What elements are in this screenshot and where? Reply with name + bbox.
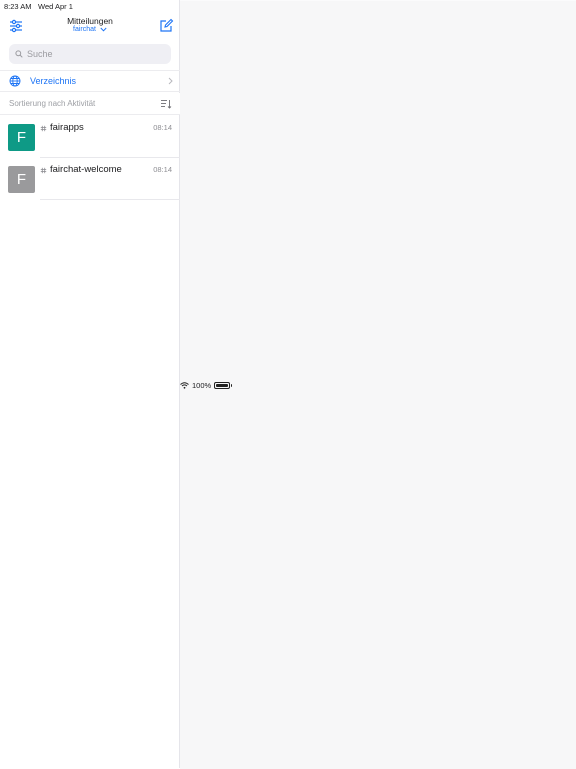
- navigation-bar: Mitteilungen fairchat: [0, 14, 180, 38]
- sort-icon[interactable]: [160, 98, 172, 110]
- chevron-right-icon: [168, 77, 173, 85]
- status-time: 8:23 AM: [4, 2, 32, 11]
- room-list-pane: Mitteilungen fairchat Verzeich: [0, 0, 180, 768]
- room-timestamp: 08:14: [153, 123, 172, 132]
- room-list-item[interactable]: F fairapps 08:14: [0, 116, 180, 158]
- sort-header: Sortierung nach Aktivität: [0, 93, 180, 115]
- hash-icon: [40, 125, 47, 132]
- status-date: Wed Apr 1: [38, 2, 73, 11]
- chevron-down-icon: [100, 27, 107, 32]
- room-name: fairchat-welcome: [50, 164, 122, 175]
- search-field[interactable]: [9, 44, 171, 64]
- page-title: Mitteilungen: [67, 16, 113, 26]
- workspace-switcher[interactable]: fairchat: [0, 26, 180, 33]
- directory-row[interactable]: Verzeichnis: [0, 70, 180, 92]
- search-input[interactable]: [27, 49, 157, 59]
- room-list-item[interactable]: F fairchat-welcome 08:14: [0, 158, 180, 200]
- battery-percent: 100%: [192, 380, 212, 390]
- compose-icon[interactable]: [158, 18, 174, 34]
- room-timestamp: 08:14: [153, 165, 172, 174]
- room-name: fairapps: [50, 122, 84, 133]
- directory-label: Verzeichnis: [30, 76, 77, 86]
- room-avatar: F: [8, 124, 35, 151]
- battery-icon: [214, 381, 233, 389]
- sort-label: Sortierung nach Aktivität: [9, 99, 96, 108]
- wifi-icon: [180, 381, 189, 389]
- room-avatar: F: [8, 166, 35, 193]
- hash-icon: [40, 167, 47, 174]
- search-icon: [15, 50, 23, 58]
- status-bar: 8:23 AM Wed Apr 1 100%: [0, 0, 576, 769]
- status-right: 100%: [180, 1, 576, 769]
- globe-icon: [9, 75, 21, 87]
- divider: [40, 199, 180, 200]
- workspace-name: fairchat: [73, 26, 96, 33]
